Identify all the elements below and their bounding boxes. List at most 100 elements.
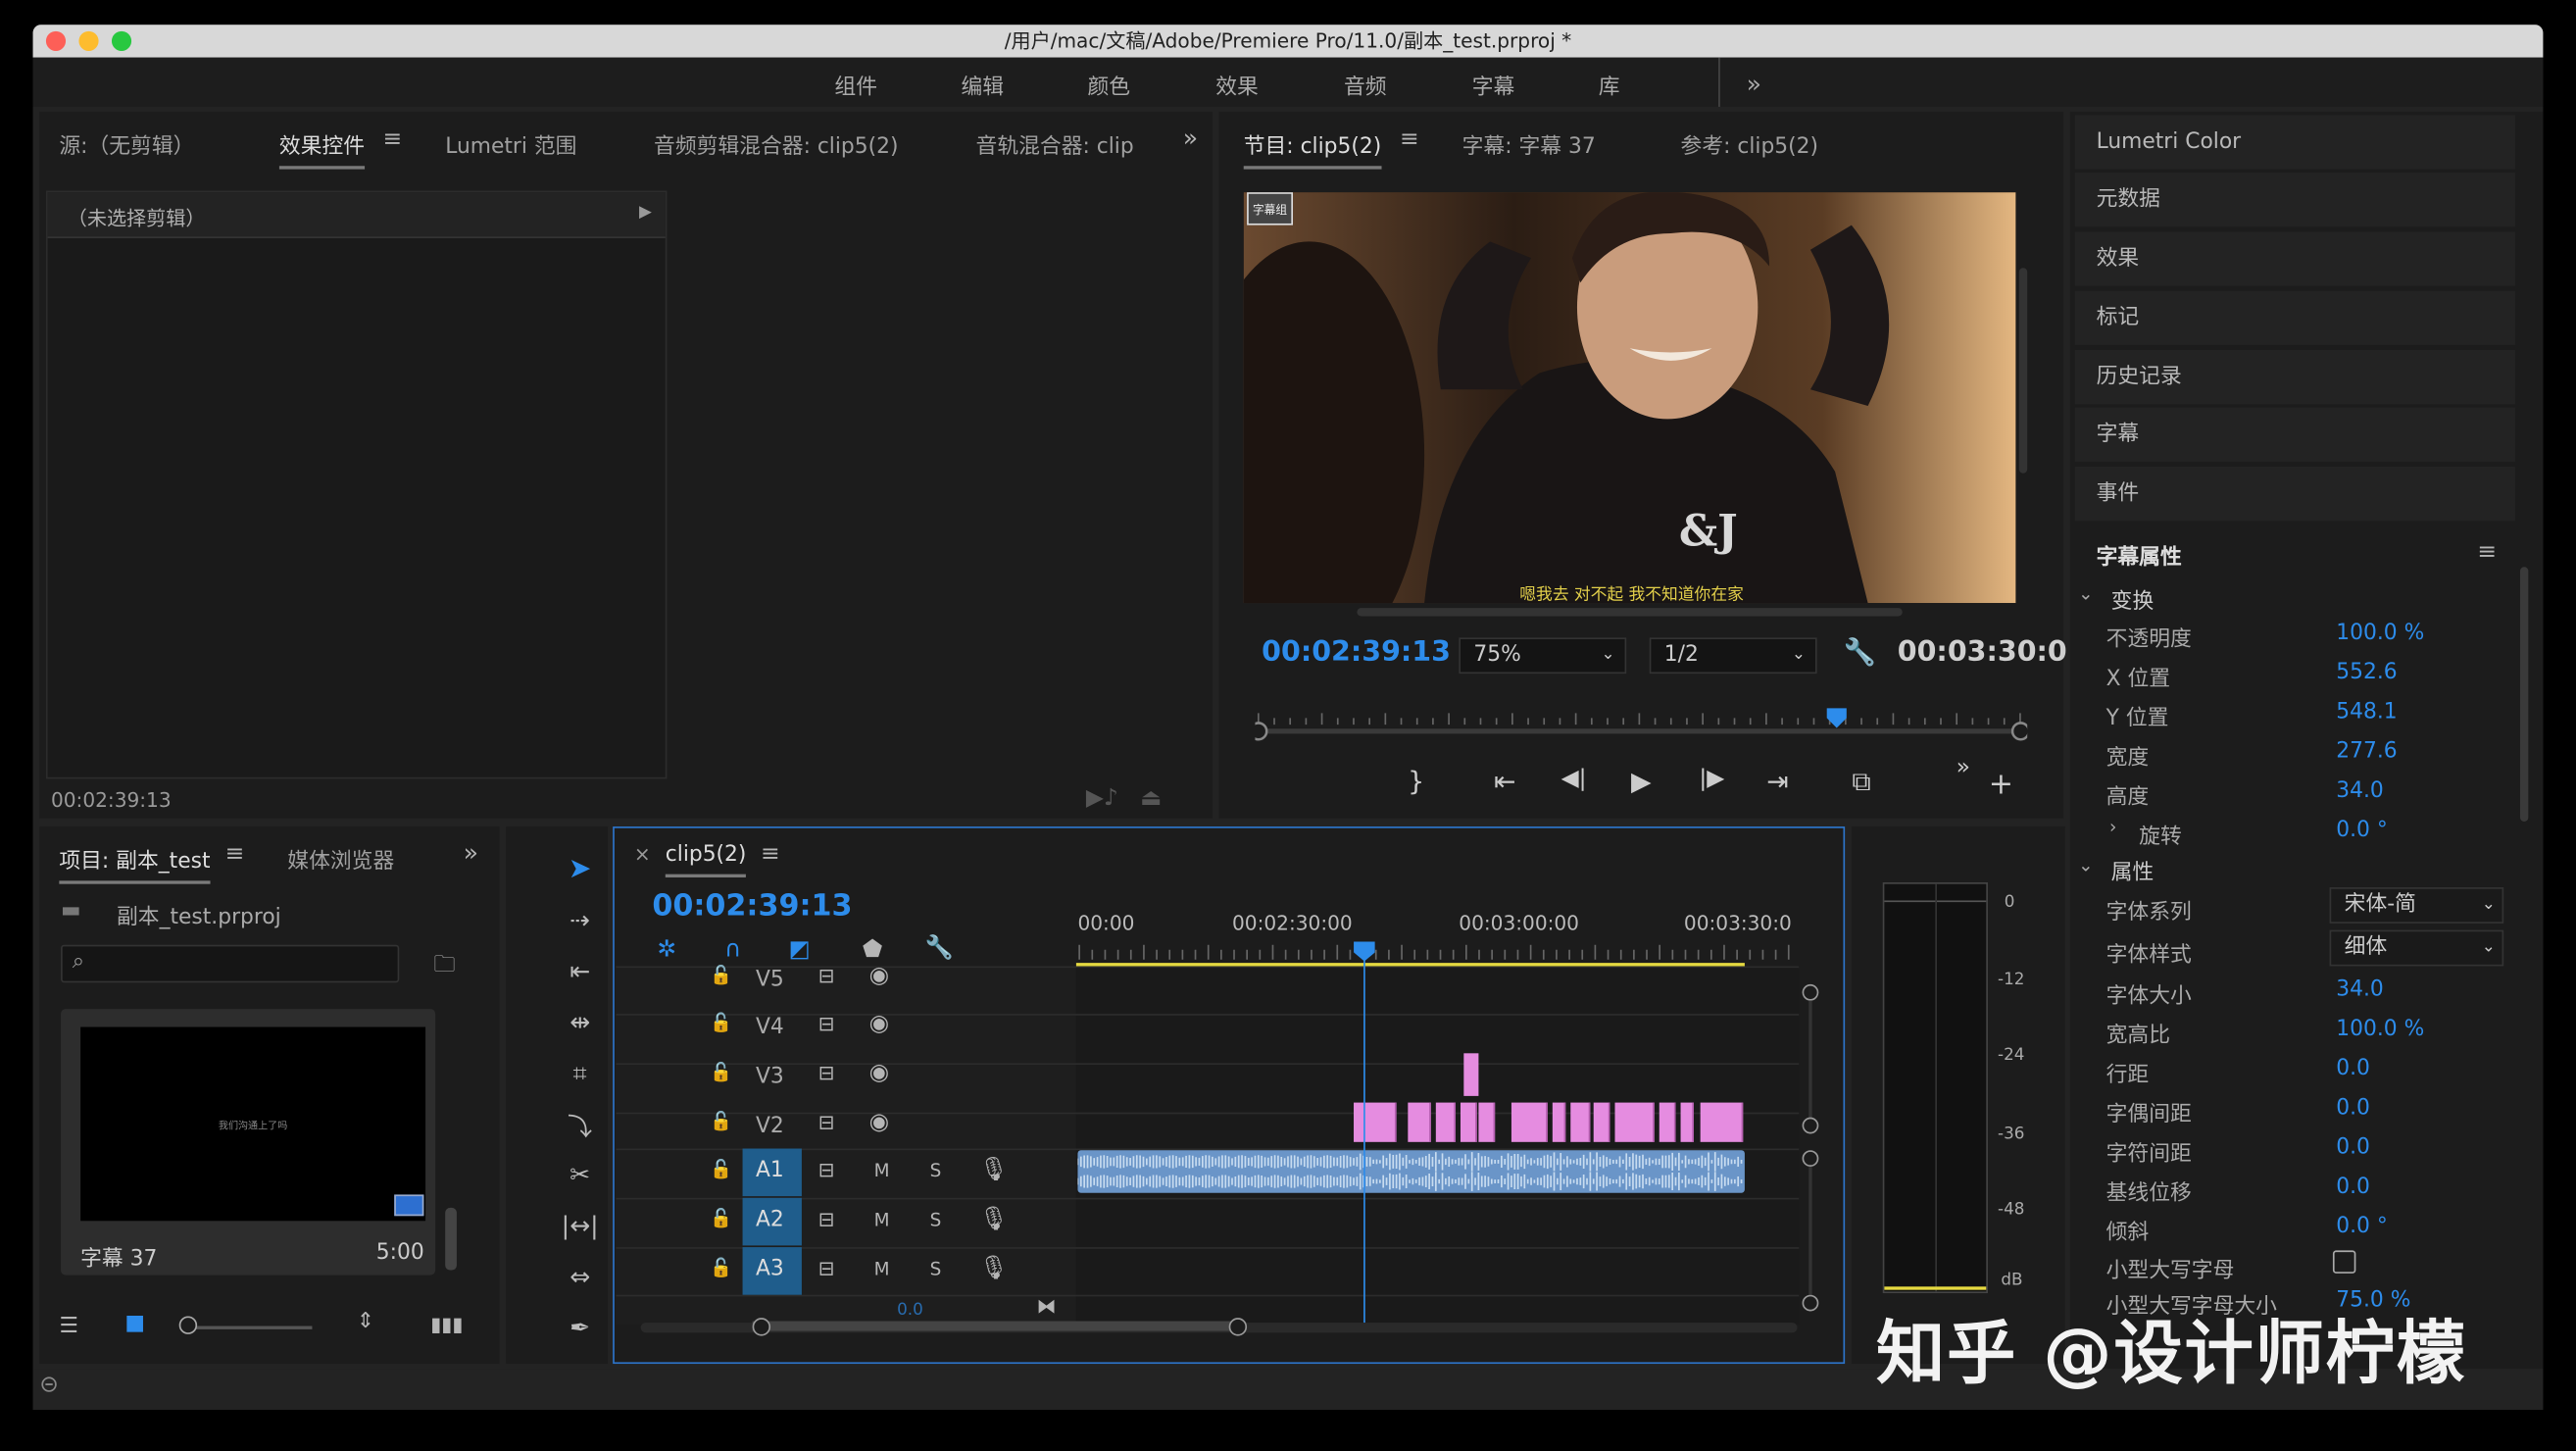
timeline-timecode[interactable]: 00:02:39:13 (652, 889, 852, 924)
more-project-tabs-icon[interactable]: » (464, 838, 478, 868)
zoom-slider-handle[interactable] (178, 1316, 198, 1334)
audio-clip-a1[interactable] (1076, 1150, 1745, 1193)
rotation-expand-icon[interactable]: › (2109, 817, 2116, 838)
kerning-value[interactable]: 0.0 (2336, 1096, 2370, 1121)
master-track-icon[interactable]: ⧓ (1037, 1295, 1057, 1318)
small-caps-checkbox[interactable] (2332, 1250, 2356, 1274)
zoom-slider[interactable] (183, 1326, 313, 1329)
tracking-value[interactable]: 0.0 (2336, 1135, 2370, 1160)
caption-clip-v2[interactable] (1478, 1102, 1496, 1142)
solo-button[interactable]: S (930, 1160, 942, 1181)
tab-project[interactable]: 项目: 副本_test (59, 843, 211, 884)
razor-tool-icon[interactable]: ✂ (559, 1160, 602, 1196)
a-zoom-handle-top[interactable] (1802, 1150, 1819, 1167)
add-marker-icon[interactable]: ⬟ (863, 936, 882, 963)
caption-clip-v2[interactable] (1408, 1102, 1431, 1142)
eye-icon[interactable]: ◉ (869, 963, 889, 989)
workspace-tab[interactable]: 颜色 (1088, 69, 1131, 100)
slide-tool-icon[interactable]: ⇔ (559, 1262, 602, 1298)
solo-button[interactable]: S (930, 1259, 942, 1280)
lock-icon[interactable]: 🔓 (710, 1257, 732, 1278)
tab-reference[interactable]: 参考: clip5(2) (1681, 128, 1818, 159)
linked-selection-icon[interactable]: ◩ (788, 936, 810, 963)
monitor-vscrollbar[interactable] (2018, 268, 2028, 474)
workspace-tab[interactable]: 组件 (834, 69, 877, 100)
tab-lumetri-scopes[interactable]: Lumetri 范围 (445, 128, 576, 159)
tab-sequence[interactable]: clip5(2) (665, 843, 747, 877)
sync-lock-icon[interactable]: ⊟ (818, 1012, 835, 1034)
tab-media-browser[interactable]: 媒体浏览器 (287, 843, 394, 874)
attributes-section[interactable]: 属性 (2111, 855, 2155, 885)
eye-icon[interactable]: ◉ (869, 1060, 889, 1086)
project-search-input[interactable]: ⌕ (61, 944, 400, 983)
wrench-icon[interactable]: 🔧 (1843, 636, 1875, 668)
rate-stretch-tool-icon[interactable]: ⌗ (559, 1058, 602, 1094)
export-frame-icon[interactable]: ⧉ (1842, 766, 1881, 799)
panel-history[interactable]: 历史记录 (2074, 349, 2515, 405)
playhead-line[interactable] (1363, 948, 1365, 1324)
ripple-edit-tool-icon[interactable]: ⇤ (559, 956, 602, 992)
razor-track-tool-icon[interactable]: ⤵ (559, 1109, 602, 1145)
slant-value[interactable]: 0.0 ° (2336, 1215, 2387, 1239)
tab-audio-track-mixer[interactable]: 音轨混合器: clip (976, 128, 1134, 159)
mute-button[interactable]: M (874, 1160, 890, 1181)
caption-clip-v2[interactable] (1552, 1102, 1566, 1142)
monitor-scrollbar[interactable] (1357, 608, 1903, 617)
rotation-value[interactable]: 0.0 ° (2336, 819, 2387, 843)
go-to-in-icon[interactable]: ⇤ (1485, 766, 1524, 797)
creative-cloud-icon[interactable]: ⊝ (39, 1372, 59, 1398)
x-position-value[interactable]: 552.6 (2336, 661, 2397, 685)
list-view-icon[interactable]: ☰ (59, 1315, 78, 1339)
pen-tool-icon[interactable]: ✒ (559, 1313, 602, 1349)
mute-button[interactable]: M (874, 1210, 890, 1231)
font-size-value[interactable]: 34.0 (2336, 977, 2384, 1002)
program-timecode[interactable]: 00:02:39:13 (1262, 636, 1451, 670)
baseline-value[interactable]: 0.0 (2336, 1175, 2370, 1199)
step-forward-icon[interactable]: |▶ (1692, 766, 1731, 792)
a-zoom-handle-bottom[interactable] (1802, 1294, 1819, 1312)
caption-menu-icon[interactable]: ≡ (2477, 539, 2497, 566)
project-scrollbar[interactable] (445, 1207, 457, 1271)
add-button-icon[interactable]: + (1981, 768, 2020, 802)
panel-lumetri-color[interactable]: Lumetri Color (2074, 115, 2515, 170)
selection-tool-icon[interactable]: ➤ (559, 853, 602, 889)
storyboard-icon[interactable]: ▮▮▮ (430, 1313, 463, 1335)
tab-effect-controls[interactable]: 效果控件 (278, 128, 366, 170)
more-buttons-icon[interactable]: » (1944, 754, 1983, 780)
go-to-out-icon[interactable]: ⇥ (1758, 766, 1797, 797)
caption-clip-v2[interactable] (1680, 1102, 1694, 1142)
program-scrub-bar[interactable] (1249, 702, 2031, 745)
panel-metadata[interactable]: 元数据 (2074, 172, 2515, 227)
sync-lock-icon[interactable]: ⊟ (818, 1208, 835, 1230)
sync-lock-icon[interactable]: ⊟ (818, 965, 835, 987)
lock-icon[interactable]: 🔓 (710, 965, 732, 986)
lock-icon[interactable]: 🔓 (710, 1012, 732, 1033)
workspace-tab[interactable]: 字幕 (1472, 69, 1515, 100)
play-triangle-icon[interactable]: ▶ (639, 204, 652, 222)
tab-caption[interactable]: 字幕: 字幕 37 (1462, 128, 1596, 159)
workspace-tab[interactable]: 编辑 (961, 69, 1004, 100)
tab-program[interactable]: 节目: clip5(2) (1243, 128, 1381, 170)
timeline-ruler[interactable] (1075, 941, 1799, 968)
zoom-window-button[interactable] (111, 30, 132, 51)
transform-expand-icon[interactable]: ⌄ (2078, 583, 2093, 605)
export-icon[interactable]: ⏏ (1140, 785, 1162, 812)
font-family-select[interactable]: 宋体-简 ⌄ (2329, 887, 2504, 924)
mute-button[interactable]: M (874, 1259, 890, 1280)
leading-value[interactable]: 0.0 (2336, 1057, 2370, 1081)
font-style-select[interactable]: 细体 ⌄ (2329, 929, 2504, 967)
panel-effects[interactable]: 效果 (2074, 231, 2515, 286)
step-back-icon[interactable]: ◀| (1554, 766, 1593, 792)
caption-clip-v2[interactable] (1570, 1102, 1591, 1142)
rolling-edit-tool-icon[interactable]: ⇹ (559, 1007, 602, 1043)
lock-icon[interactable]: 🔓 (710, 1062, 732, 1083)
caption-clip-v2[interactable] (1593, 1102, 1610, 1142)
filter-icon[interactable]: ▶♪ (1086, 785, 1118, 812)
opacity-value[interactable]: 100.0 % (2336, 622, 2424, 646)
caption-clip-v3[interactable] (1463, 1053, 1479, 1096)
transform-section[interactable]: 变换 (2111, 583, 2155, 615)
microphone-icon[interactable]: 🎙 (979, 1157, 1009, 1183)
caption-clip-v2[interactable] (1614, 1102, 1655, 1142)
microphone-icon[interactable]: 🎙 (979, 1206, 1009, 1232)
more-panels-icon[interactable]: » (1183, 124, 1198, 153)
